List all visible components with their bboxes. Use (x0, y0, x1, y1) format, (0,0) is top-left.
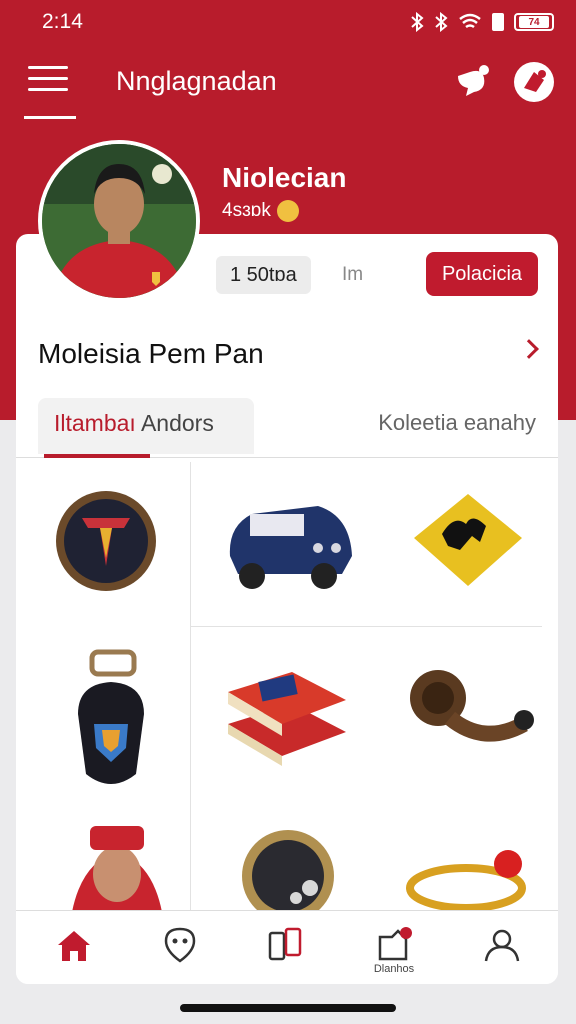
badge-item[interactable] (54, 486, 158, 601)
tab-indicator (44, 454, 150, 458)
bracelet-item[interactable] (404, 842, 534, 917)
action-button[interactable]: Polacicia (426, 252, 538, 296)
wifi-icon (459, 13, 481, 29)
sim-icon (492, 13, 504, 31)
tab-active-label: Andors (135, 410, 214, 436)
status-time: 2:14 (42, 10, 83, 33)
app-title: Nnglagnadan (116, 66, 277, 96)
bluetooth-icon (411, 12, 424, 32)
profile-badge-icon[interactable] (514, 62, 554, 102)
battery-icon: 74 (514, 13, 554, 31)
tab-active-highlight: Iltambaı (54, 410, 136, 436)
profile-meta: 4sɜɒk (222, 200, 299, 222)
helmet-item[interactable] (238, 826, 338, 922)
profile-card: 1 50tɒa Im Polacicia Moleisia Pem Pan Il… (16, 234, 558, 984)
tab-active[interactable]: Iltambaı Andors (38, 398, 254, 454)
menu-underline (24, 116, 76, 119)
user-icon[interactable] (482, 925, 522, 965)
car-toy-item[interactable] (222, 486, 356, 601)
menu-icon[interactable] (28, 66, 68, 96)
notifications-label: Dlanhos (373, 963, 415, 975)
book-stack-item[interactable] (222, 654, 352, 779)
stat-suffix: Im (342, 264, 364, 285)
explore-icon[interactable] (160, 925, 200, 965)
section-title[interactable]: Moleisia Pem Pan (38, 338, 264, 370)
bottom-nav: Dlanhos (16, 910, 558, 984)
tab-collection[interactable]: Koleetia eanahy (378, 410, 536, 436)
cards-icon[interactable] (266, 925, 306, 965)
avatar[interactable] (38, 140, 200, 302)
chevron-right-icon[interactable] (519, 339, 539, 359)
collection-grid (16, 462, 558, 922)
yellow-tile-item[interactable] (404, 486, 528, 601)
grid-divider (190, 462, 191, 912)
tab-bar: Iltambaı Andors Koleetia eanahy (16, 392, 558, 458)
player-photo-item[interactable] (62, 822, 172, 917)
app-bar: Nnglagnadan (0, 48, 576, 120)
profile-meta-text: 4sɜɒk (222, 200, 271, 221)
bluetooth-icon (435, 12, 448, 32)
profile-name: Niolecian (222, 162, 347, 193)
status-bar: 2:14 74 (0, 0, 576, 44)
stat-chip[interactable]: 1 50tɒa (216, 256, 311, 294)
status-icons: 74 (410, 12, 554, 32)
keychain-item[interactable] (66, 644, 156, 799)
grid-divider (190, 626, 542, 627)
home-icon[interactable] (54, 925, 94, 965)
horn-item[interactable] (404, 662, 534, 767)
medal-icon (276, 200, 299, 222)
chat-icon[interactable] (452, 62, 492, 102)
notifications-icon[interactable] (374, 925, 414, 965)
home-indicator[interactable] (180, 1004, 396, 1012)
